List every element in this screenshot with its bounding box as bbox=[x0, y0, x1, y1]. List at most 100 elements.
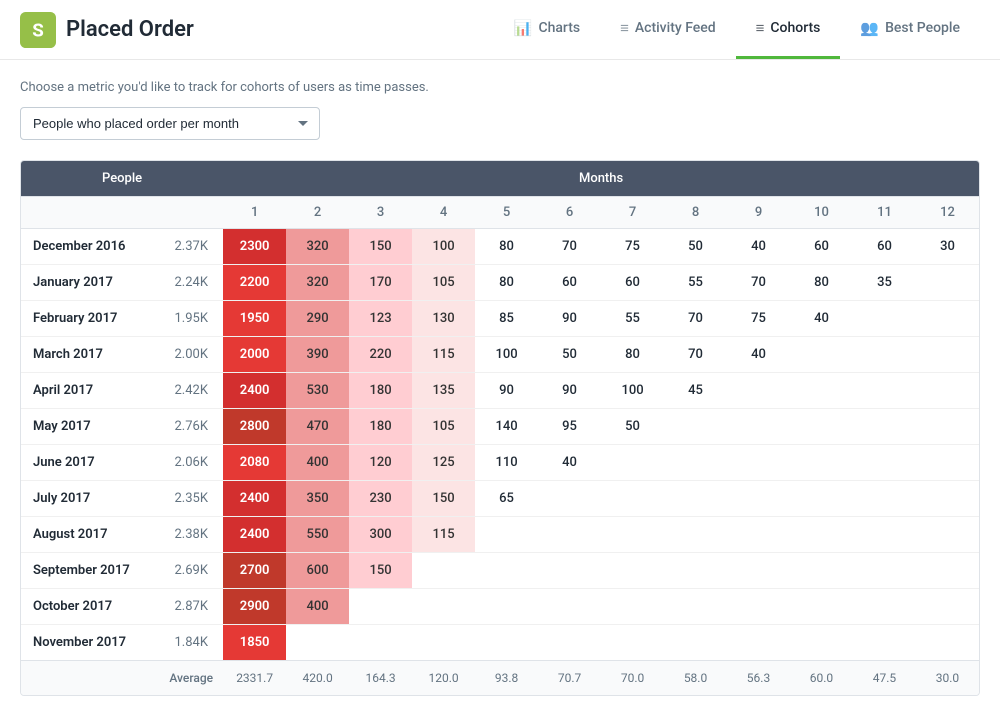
tab-cohorts[interactable]: ≡ Cohorts bbox=[736, 0, 841, 59]
data-cell: 290 bbox=[286, 301, 349, 337]
data-cell: 50 bbox=[601, 409, 664, 445]
data-cell: 105 bbox=[412, 409, 475, 445]
data-cell bbox=[664, 589, 727, 625]
table-row: November 20171.84K1850 bbox=[21, 625, 979, 661]
data-cell bbox=[664, 409, 727, 445]
data-cell bbox=[475, 589, 538, 625]
data-cell: 60 bbox=[538, 265, 601, 301]
data-cell bbox=[412, 625, 475, 661]
month-col-6: 6 bbox=[538, 197, 601, 229]
row-people-count: 1.95K bbox=[159, 301, 223, 337]
table-row: July 20172.35K240035023015065 bbox=[21, 481, 979, 517]
data-cell: 2300 bbox=[223, 229, 286, 265]
data-cell bbox=[727, 589, 790, 625]
table-header-row-1: People Months bbox=[21, 161, 979, 197]
data-cell: 140 bbox=[475, 409, 538, 445]
data-cell: 2400 bbox=[223, 373, 286, 409]
row-people-count: 2.37K bbox=[159, 229, 223, 265]
data-cell: 65 bbox=[475, 481, 538, 517]
data-cell: 110 bbox=[475, 445, 538, 481]
table-row: April 20172.42K2400530180135909010045 bbox=[21, 373, 979, 409]
cohorts-icon: ≡ bbox=[756, 19, 765, 37]
row-label: February 2017 bbox=[21, 301, 159, 337]
data-cell bbox=[790, 409, 853, 445]
data-cell bbox=[916, 553, 979, 589]
data-cell: 550 bbox=[286, 517, 349, 553]
data-cell: 2200 bbox=[223, 265, 286, 301]
data-cell bbox=[853, 589, 916, 625]
best-people-icon: 👥 bbox=[860, 19, 879, 37]
data-cell bbox=[601, 517, 664, 553]
nav-tabs: 📊 Charts ≡ Activity Feed ≡ Cohorts 👥 Bes… bbox=[494, 0, 980, 59]
data-cell bbox=[601, 481, 664, 517]
data-cell: 90 bbox=[538, 301, 601, 337]
data-cell bbox=[916, 265, 979, 301]
data-cell: 130 bbox=[412, 301, 475, 337]
data-cell: 1950 bbox=[223, 301, 286, 337]
data-cell bbox=[853, 337, 916, 373]
data-cell bbox=[790, 517, 853, 553]
data-cell: 70 bbox=[538, 229, 601, 265]
data-cell: 100 bbox=[601, 373, 664, 409]
data-cell: 70 bbox=[727, 265, 790, 301]
average-value: 93.8 bbox=[475, 661, 538, 696]
data-cell: 2900 bbox=[223, 589, 286, 625]
data-cell: 90 bbox=[538, 373, 601, 409]
data-cell: 80 bbox=[475, 229, 538, 265]
main-content: Choose a metric you'd like to track for … bbox=[0, 60, 1000, 696]
data-cell: 300 bbox=[349, 517, 412, 553]
data-cell bbox=[538, 481, 601, 517]
data-cell: 150 bbox=[412, 481, 475, 517]
data-cell bbox=[916, 301, 979, 337]
table-row: August 20172.38K2400550300115 bbox=[21, 517, 979, 553]
data-cell bbox=[916, 409, 979, 445]
data-cell bbox=[790, 481, 853, 517]
data-cell bbox=[790, 589, 853, 625]
tab-best-people[interactable]: 👥 Best People bbox=[840, 0, 980, 59]
row-people-count: 2.35K bbox=[159, 481, 223, 517]
data-cell bbox=[538, 553, 601, 589]
data-cell: 75 bbox=[727, 301, 790, 337]
data-cell: 2080 bbox=[223, 445, 286, 481]
data-cell: 40 bbox=[727, 337, 790, 373]
data-cell: 220 bbox=[349, 337, 412, 373]
data-cell bbox=[475, 517, 538, 553]
data-cell: 135 bbox=[412, 373, 475, 409]
empty-header-1 bbox=[21, 197, 159, 229]
data-cell: 120 bbox=[349, 445, 412, 481]
data-cell bbox=[601, 445, 664, 481]
average-value: 70.0 bbox=[601, 661, 664, 696]
data-cell bbox=[727, 445, 790, 481]
average-value: 58.0 bbox=[664, 661, 727, 696]
data-cell: 2400 bbox=[223, 517, 286, 553]
data-cell bbox=[853, 481, 916, 517]
data-cell bbox=[853, 373, 916, 409]
row-people-count: 2.87K bbox=[159, 589, 223, 625]
shopify-logo: S bbox=[20, 12, 56, 48]
data-cell: 2700 bbox=[223, 553, 286, 589]
data-cell bbox=[664, 481, 727, 517]
data-cell: 180 bbox=[349, 373, 412, 409]
row-label: October 2017 bbox=[21, 589, 159, 625]
data-cell: 115 bbox=[412, 337, 475, 373]
table-row: January 20172.24K22003201701058060605570… bbox=[21, 265, 979, 301]
month-col-10: 10 bbox=[790, 197, 853, 229]
month-col-4: 4 bbox=[412, 197, 475, 229]
data-cell bbox=[475, 553, 538, 589]
tab-charts[interactable]: 📊 Charts bbox=[494, 0, 600, 59]
data-cell bbox=[853, 517, 916, 553]
data-cell: 35 bbox=[853, 265, 916, 301]
data-cell: 100 bbox=[412, 229, 475, 265]
table-row: October 20172.87K2900400 bbox=[21, 589, 979, 625]
tab-activity-feed[interactable]: ≡ Activity Feed bbox=[600, 0, 736, 59]
metric-dropdown[interactable]: People who placed order per month Revenu… bbox=[20, 107, 320, 140]
data-cell bbox=[286, 625, 349, 661]
row-people-count: 2.76K bbox=[159, 409, 223, 445]
data-cell: 70 bbox=[664, 301, 727, 337]
data-cell bbox=[853, 553, 916, 589]
dropdown-wrapper: People who placed order per month Revenu… bbox=[20, 107, 980, 140]
data-cell bbox=[664, 625, 727, 661]
data-cell: 105 bbox=[412, 265, 475, 301]
data-cell bbox=[664, 517, 727, 553]
months-header: Months bbox=[223, 161, 979, 197]
